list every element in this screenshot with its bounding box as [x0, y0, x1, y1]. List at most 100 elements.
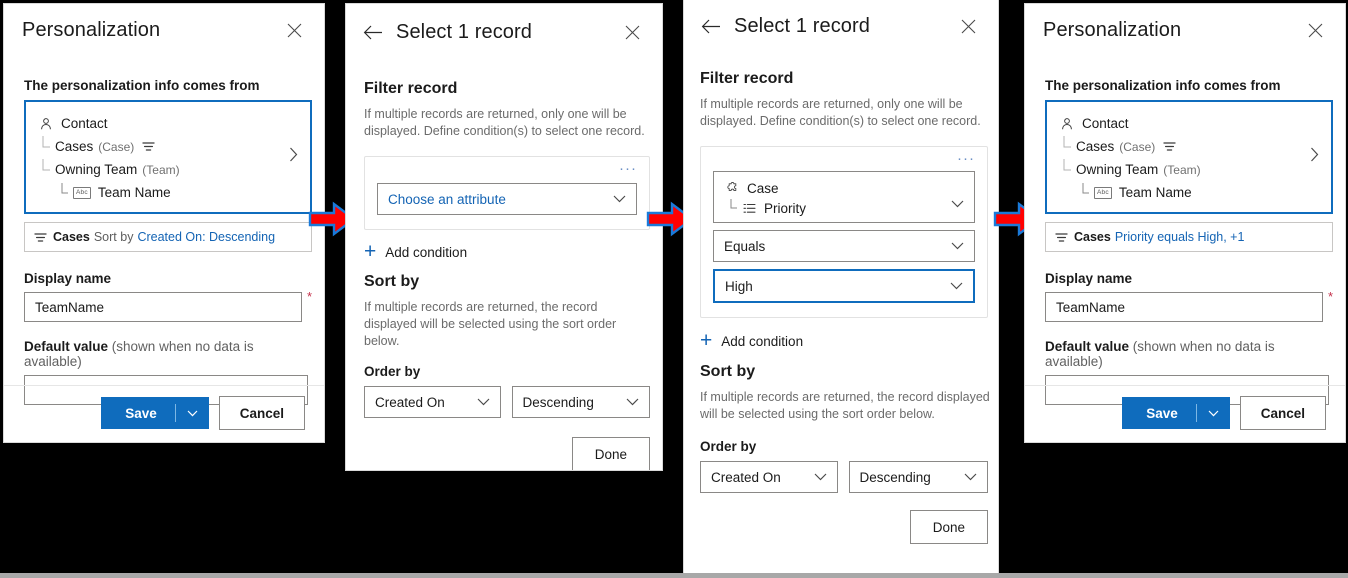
- chevron-down-icon: [950, 282, 963, 290]
- filter-icon: [34, 232, 47, 243]
- order-direction-dropdown[interactable]: Descending: [511, 386, 650, 418]
- tree-node-label: Team Name: [97, 185, 171, 200]
- close-icon[interactable]: [956, 14, 980, 38]
- filter-icon[interactable]: [142, 141, 155, 152]
- order-field-value: Created On: [375, 394, 445, 410]
- filter-record-heading: Filter record: [364, 80, 458, 97]
- value-dropdown-value: High: [725, 278, 753, 294]
- attribute-dropdown[interactable]: Case Priority: [713, 171, 975, 223]
- default-value-label-bold: Default value: [24, 339, 109, 354]
- condition-card: ··· Case Priority Equals High: [700, 146, 988, 318]
- condition-card: ··· Choose an attribute: [364, 156, 650, 230]
- filter-summary-row[interactable]: Cases Priority equals High, +1: [1045, 222, 1333, 252]
- chevron-down-icon[interactable]: [1197, 410, 1230, 417]
- tree-branch-icon: [60, 182, 73, 203]
- bottom-edge-strip: [0, 573, 1348, 578]
- tree-node-qualifier: (Case): [1119, 139, 1156, 154]
- filter-icon: [1055, 232, 1068, 243]
- chevron-down-icon: [626, 398, 639, 406]
- operator-value: Equals: [724, 238, 766, 254]
- page-title: Select 1 record: [734, 14, 871, 37]
- close-icon[interactable]: [620, 20, 644, 44]
- done-button[interactable]: Done: [571, 437, 650, 470]
- back-arrow-icon[interactable]: [700, 15, 722, 37]
- summary-entity: Cases: [1074, 230, 1111, 244]
- filter-record-description: If multiple records are returned, only o…: [700, 97, 981, 128]
- operator-dropdown[interactable]: Equals: [713, 230, 975, 262]
- chevron-right-icon[interactable]: [283, 147, 298, 166]
- filter-record-description: If multiple records are returned, only o…: [364, 107, 645, 138]
- display-name-input[interactable]: TeamName: [1045, 292, 1323, 322]
- add-condition-label: Add condition: [721, 333, 804, 349]
- tree-node-qualifier: (Team): [142, 162, 180, 177]
- tree-row[interactable]: Contact: [1059, 112, 1304, 135]
- cancel-button[interactable]: Cancel: [1239, 396, 1326, 430]
- display-name-input[interactable]: TeamName: [24, 292, 302, 322]
- plus-icon: +: [700, 329, 713, 352]
- tree-row[interactable]: Owning Team (Team): [1059, 158, 1304, 181]
- sort-by-heading: Sort by: [700, 363, 756, 380]
- tree-row[interactable]: Abc Team Name: [38, 181, 283, 204]
- attribute-field-label: Priority: [764, 200, 807, 216]
- add-condition-button[interactable]: + Add condition: [364, 241, 650, 262]
- select-record-panel-empty: Select 1 record Filter record If multipl…: [346, 4, 662, 470]
- contact-person-icon: [38, 116, 54, 132]
- chevron-down-icon: [951, 200, 964, 208]
- tree-row[interactable]: Cases (Case): [1059, 135, 1304, 158]
- order-direction-dropdown[interactable]: Descending: [848, 461, 988, 493]
- order-by-row: Created On Descending: [700, 461, 988, 493]
- done-button[interactable]: Done: [909, 510, 988, 544]
- order-direction-value: Descending: [859, 469, 931, 485]
- tree-row[interactable]: Owning Team (Team): [38, 158, 283, 181]
- save-button[interactable]: Save: [101, 397, 209, 429]
- cancel-button[interactable]: Cancel: [218, 396, 305, 430]
- order-field-dropdown[interactable]: Created On: [364, 386, 501, 418]
- back-arrow-icon[interactable]: [362, 21, 384, 43]
- chevron-down-icon: [814, 473, 827, 481]
- tree-node-label: Owning Team: [55, 162, 138, 177]
- tree-row[interactable]: Abc Team Name: [1059, 181, 1304, 204]
- source-tree[interactable]: Contact Cases (Case) Owning Team (Team) …: [1045, 100, 1333, 214]
- source-tree[interactable]: Contact Cases (Case) Owning Team (Team) …: [24, 100, 312, 214]
- abc-text-field-icon: Abc: [73, 186, 91, 199]
- attribute-dropdown[interactable]: Choose an attribute: [377, 183, 637, 215]
- add-condition-label: Add condition: [385, 244, 468, 260]
- close-icon[interactable]: [282, 18, 306, 42]
- chevron-right-icon[interactable]: [1304, 147, 1319, 166]
- tree-row[interactable]: Contact: [38, 112, 283, 135]
- order-field-dropdown[interactable]: Created On: [700, 461, 838, 493]
- abc-text-field-icon: Abc: [1094, 186, 1112, 199]
- source-label: The personalization info comes from: [1045, 78, 1281, 93]
- tree-node-label: Owning Team: [1076, 162, 1159, 177]
- summary-link[interactable]: Priority equals High, +1: [1115, 230, 1245, 244]
- panel-header: Personalization: [1025, 4, 1345, 56]
- filter-summary-row[interactable]: Cases Sort by Created On: Descending: [24, 222, 312, 252]
- tree-node-label: Cases: [1076, 139, 1115, 154]
- panel-footer-buttons: Done: [700, 510, 988, 544]
- condition-menu-icon[interactable]: ···: [377, 161, 637, 179]
- summary-link[interactable]: Created On: Descending: [137, 230, 275, 244]
- close-icon[interactable]: [1303, 18, 1327, 42]
- save-button[interactable]: Save: [1122, 397, 1230, 429]
- panel-header: Select 1 record: [346, 4, 662, 60]
- footer-divider: [1025, 385, 1345, 386]
- tree-branch-icon: [1081, 182, 1094, 203]
- value-dropdown[interactable]: High: [713, 269, 975, 303]
- tree-node-qualifier: (Case): [98, 139, 135, 154]
- select-record-panel-filled: Select 1 record Filter record If multipl…: [684, 0, 998, 573]
- attribute-dropdown-value: Case Priority: [724, 178, 951, 218]
- condition-menu-icon[interactable]: ···: [713, 151, 975, 169]
- tree-branch-icon: [1062, 135, 1076, 158]
- panel-header: Personalization: [4, 4, 324, 56]
- required-indicator: *: [1327, 289, 1333, 304]
- order-direction-value: Descending: [522, 394, 594, 410]
- tree-branch-icon: [1062, 158, 1076, 181]
- filter-icon[interactable]: [1163, 141, 1176, 152]
- required-indicator: *: [306, 289, 312, 304]
- chevron-down-icon[interactable]: [176, 410, 209, 417]
- source-label: The personalization info comes from: [24, 78, 260, 93]
- add-condition-button[interactable]: + Add condition: [700, 329, 988, 352]
- tree-node-qualifier: (Team): [1163, 162, 1201, 177]
- tree-row[interactable]: Cases (Case): [38, 135, 283, 158]
- attribute-entity-label: Case: [747, 180, 779, 196]
